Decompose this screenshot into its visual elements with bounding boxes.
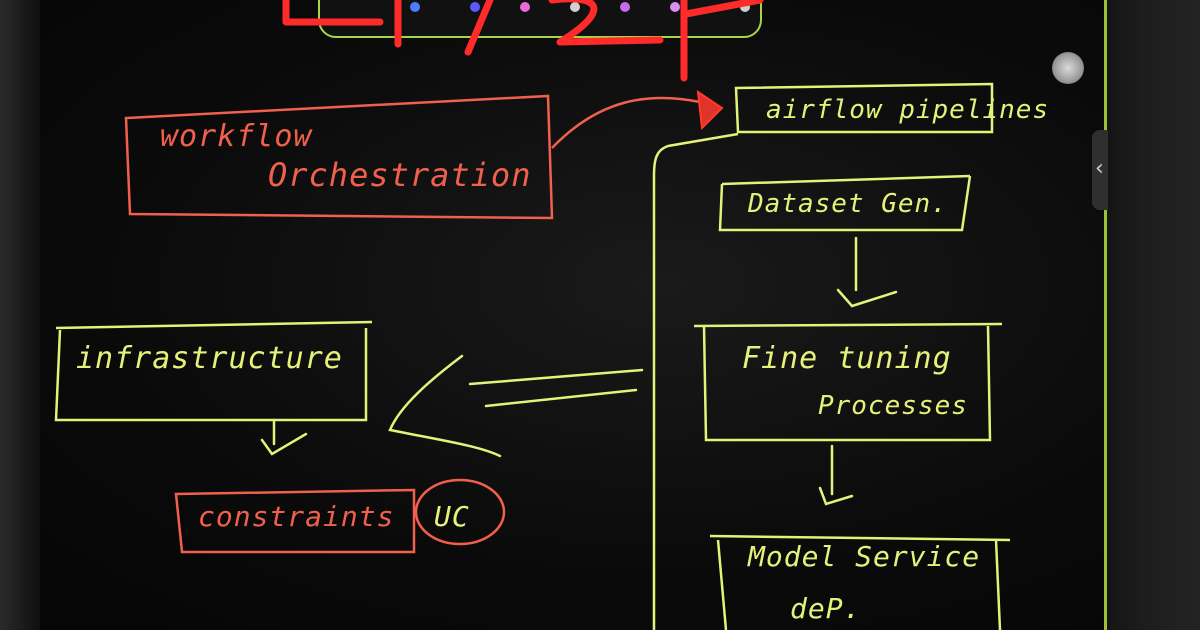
constraints-node: constraints: [174, 488, 416, 554]
uc-label: UC: [434, 500, 470, 533]
dataset-label: Dataset Gen.: [747, 189, 948, 219]
finetune-to-model-arrow: [818, 444, 854, 506]
handwritten-diagram: workflow Orchestration airflow pipelines…: [54, 0, 1049, 630]
infrastructure-node: infrastructure: [54, 320, 373, 422]
model-label-line2: deP.: [790, 592, 861, 625]
fine-tuning-node: Fine tuning Processes: [693, 322, 1003, 442]
arrow-head-icon: [696, 89, 724, 131]
dataset-to-finetune-arrow: [836, 236, 898, 308]
workflow-to-airflow-connector: [551, 89, 724, 149]
workflow-label-line1: workflow: [160, 119, 313, 154]
constraints-label: constraints: [198, 500, 394, 533]
finetune-label-line2: Processes: [818, 391, 968, 421]
model-service-node: Model Service deP.: [709, 534, 1011, 630]
airflow-pipelines-node: airflow pipelines: [734, 82, 1049, 134]
finetune-label-line1: Fine tuning: [742, 341, 952, 376]
infra-label: infrastructure: [76, 341, 343, 376]
uc-badge: UC: [414, 478, 506, 546]
whiteboard-photo: ‹ workflow Orchestration airflow pipelin…: [0, 0, 1200, 630]
red-annotation-strokes: [282, 0, 764, 82]
workflow-orchestration-node: workflow Orchestration: [124, 94, 554, 220]
workflow-label-line2: Orchestration: [268, 156, 531, 194]
airflow-label: airflow pipelines: [766, 95, 1049, 125]
dataset-gen-node: Dataset Gen.: [718, 174, 972, 232]
infra-to-constraints-arrow: [260, 418, 308, 456]
pipeline-bracket: [652, 132, 739, 630]
model-label-line1: Model Service: [747, 540, 980, 573]
pipeline-to-infra-arrow: [388, 354, 644, 458]
